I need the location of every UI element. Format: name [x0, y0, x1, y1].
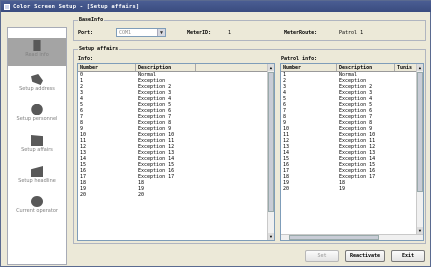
sidebar-item-setup-address[interactable]: Setup address — [8, 72, 66, 98]
meter-id-label: MeterID: — [187, 30, 212, 36]
patrol-info-table[interactable]: Number Description Tunis 1 Normal 2 Excepti… — [280, 63, 424, 241]
patrol-info-label: Patrol info: — [281, 56, 318, 62]
sidebar-item-label: Setup headline — [18, 178, 56, 184]
sidebar-item-setup-personnel[interactable]: Setup personnel — [8, 102, 66, 128]
patrol-horizontal-scrollbar[interactable] — [281, 234, 423, 240]
meter-id-value: 1 — [228, 30, 232, 36]
sidebar-item-label: Setup personnel — [16, 116, 58, 122]
ball-icon — [31, 196, 43, 207]
patrol-table-header: Number Description Tunis — [281, 64, 423, 72]
info-table-body: 0 Normal 1 Exception 2 Exception 2 3 Exception … — [78, 72, 274, 198]
sidebar-item-setup-headline[interactable]: Setup headline — [8, 164, 66, 190]
sidebar: Read info Setup address Setup personnel … — [7, 27, 67, 265]
reactivate-button[interactable]: Reactivate — [345, 250, 385, 262]
table-cell: 19 — [339, 186, 346, 192]
table-row[interactable]: 20 19 — [281, 186, 423, 192]
info-label: Info: — [78, 56, 94, 62]
document-icon — [31, 135, 43, 146]
sidebar-item-label: Current operator — [16, 208, 58, 214]
patrol-vertical-scrollbar[interactable]: ▲ ▼ — [416, 64, 423, 234]
scroll-up-icon[interactable]: ▲ — [268, 64, 274, 71]
set-button[interactable]: Set — [305, 250, 339, 262]
scroll-down-icon[interactable]: ▼ — [268, 233, 274, 240]
column-header-description[interactable]: Description — [136, 64, 196, 71]
scroll-thumb[interactable] — [268, 72, 274, 212]
sidebar-item-read-info[interactable]: Read info — [8, 38, 66, 66]
column-header-description[interactable]: Description — [337, 64, 395, 71]
sidebar-item-current-operator[interactable]: Current operator — [8, 194, 66, 220]
app-window: Color Screen Setup - [Setup affairs] Rea… — [0, 0, 431, 267]
exit-button[interactable]: Exit — [391, 250, 425, 262]
patrol-table-body: 1 Normal 2 Exception 3 Exception 2 4 Exception … — [281, 72, 423, 192]
table-row[interactable]: 20 20 — [78, 192, 274, 198]
setup-affairs-title: Setup affairs — [78, 46, 120, 52]
port-select[interactable]: COM1 ▼ — [116, 28, 166, 37]
trash-bin-icon — [33, 40, 41, 51]
info-table-header: Number Description — [78, 64, 274, 72]
info-table[interactable]: Number Description 0 Normal 1 Exception 2 Exc… — [77, 63, 275, 241]
column-header-number[interactable]: Number — [78, 64, 136, 71]
column-header-tunis[interactable]: Tunis — [395, 64, 417, 71]
sidebar-item-setup-affairs[interactable]: Setup affairs — [8, 133, 66, 159]
meter-route-label: MeterRoute: — [284, 30, 318, 36]
person-icon — [31, 104, 43, 115]
chevron-down-icon[interactable]: ▼ — [157, 29, 165, 36]
scroll-up-icon[interactable]: ▲ — [417, 64, 423, 71]
port-label: Port: — [78, 30, 94, 36]
column-header-number[interactable]: Number — [281, 64, 337, 71]
sidebar-item-label: Setup affairs — [21, 147, 53, 153]
sidebar-item-label: Read info — [25, 52, 49, 58]
meter-route-value: Patrol 1 — [339, 30, 364, 36]
scroll-thumb[interactable] — [289, 235, 379, 240]
table-cell: 20 — [283, 186, 290, 192]
port-value: COM1 — [119, 29, 132, 36]
scroll-thumb[interactable] — [417, 72, 423, 192]
table-cell: 20 — [138, 192, 145, 198]
pen-icon — [31, 166, 43, 177]
app-icon — [4, 3, 10, 10]
phone-icon — [31, 74, 43, 85]
window-title: Color Screen Setup - [Setup affairs] — [13, 3, 140, 10]
table-cell: 20 — [80, 192, 87, 198]
sidebar-item-label: Setup address — [19, 86, 55, 92]
scroll-down-icon[interactable]: ▼ — [417, 227, 423, 234]
table-cell — [395, 186, 417, 192]
title-bar: Color Screen Setup - [Setup affairs] — [1, 1, 431, 12]
baseinfo-title: BaseInfo — [78, 17, 105, 23]
info-vertical-scrollbar[interactable]: ▲ ▼ — [267, 64, 274, 240]
